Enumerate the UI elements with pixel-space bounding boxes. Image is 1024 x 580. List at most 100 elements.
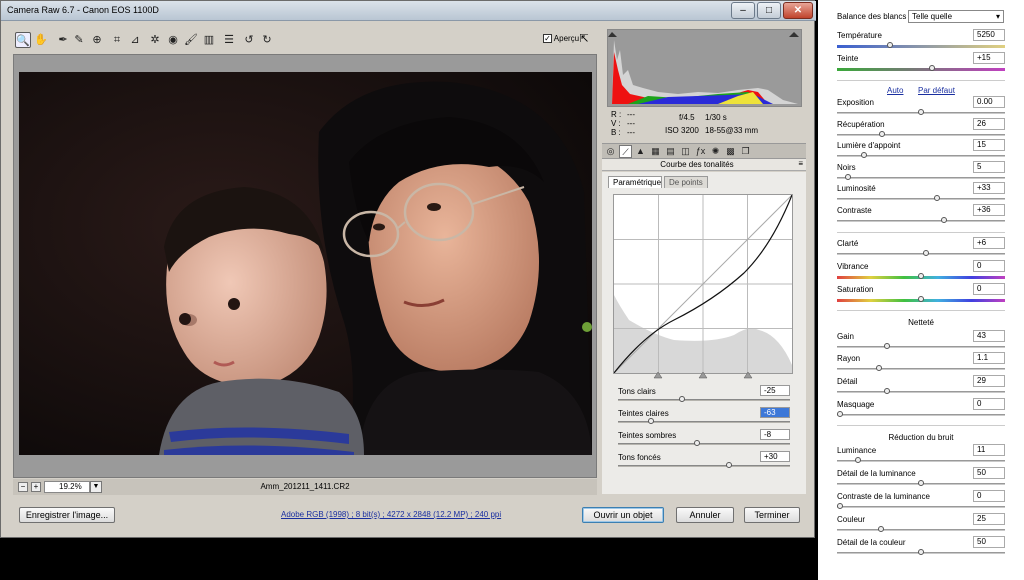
slider-value-field[interactable]: +30 bbox=[760, 451, 790, 462]
slider-thumb[interactable] bbox=[694, 440, 700, 446]
tab-point[interactable]: De points bbox=[664, 176, 708, 188]
row-thumb[interactable] bbox=[837, 503, 843, 509]
preferences-icon[interactable]: ☰ bbox=[221, 32, 237, 48]
zoom-tool-icon[interactable]: 🔍 bbox=[15, 32, 31, 48]
workflow-options-link[interactable]: Adobe RGB (1998) ; 8 bit(s) ; 4272 x 284… bbox=[281, 510, 501, 519]
row-track[interactable] bbox=[837, 68, 1005, 71]
row-value-field[interactable]: 0 bbox=[973, 283, 1005, 295]
row-value-field[interactable]: 29 bbox=[973, 375, 1005, 387]
row-thumb[interactable] bbox=[918, 549, 924, 555]
row-thumb[interactable] bbox=[918, 273, 924, 279]
row-value-field[interactable]: +33 bbox=[973, 182, 1005, 194]
row-temperature[interactable]: Température 5250 bbox=[837, 29, 1005, 51]
tab-tone-curve-icon[interactable]: ⟋ bbox=[619, 145, 632, 158]
hand-tool-icon[interactable]: ✋ bbox=[33, 32, 49, 48]
row-thumb[interactable] bbox=[845, 174, 851, 180]
row-clarity[interactable]: Clarté +6 bbox=[837, 237, 1005, 259]
row-value-field[interactable]: 5 bbox=[973, 161, 1005, 173]
row-track[interactable] bbox=[837, 460, 1005, 462]
slider-thumb[interactable] bbox=[726, 462, 732, 468]
row-thumb[interactable] bbox=[837, 411, 843, 417]
save-image-button[interactable]: Enregistrer l'image... bbox=[19, 507, 115, 523]
row-value-field[interactable]: 11 bbox=[973, 444, 1005, 456]
row-blacks[interactable]: Noirs 5 bbox=[837, 161, 1005, 183]
row-thumb[interactable] bbox=[876, 365, 882, 371]
row-luminance-detail[interactable]: Détail de la luminance 50 bbox=[837, 467, 1005, 489]
rotate-left-icon[interactable]: ↺ bbox=[241, 32, 257, 48]
row-track[interactable] bbox=[837, 220, 1005, 222]
row-thumb[interactable] bbox=[941, 217, 947, 223]
row-value-field[interactable]: 1.1 bbox=[973, 352, 1005, 364]
slider-track[interactable] bbox=[618, 465, 790, 467]
tab-presets-icon[interactable]: ▩ bbox=[724, 145, 737, 158]
targeted-adjustment-tool-icon[interactable]: ⊕ bbox=[89, 32, 105, 48]
slider-darks[interactable]: Teintes sombres -8 bbox=[618, 429, 790, 451]
slider-shadows[interactable]: Tons foncés +30 bbox=[618, 451, 790, 473]
close-button[interactable]: ✕ bbox=[783, 2, 813, 19]
row-value-field[interactable]: 0 bbox=[973, 490, 1005, 502]
straighten-tool-icon[interactable]: ⊿ bbox=[127, 32, 143, 48]
row-thumb[interactable] bbox=[918, 109, 924, 115]
row-value-field[interactable]: 0 bbox=[973, 260, 1005, 272]
row-track[interactable] bbox=[837, 45, 1005, 48]
row-track[interactable] bbox=[837, 134, 1005, 136]
tab-basic-icon[interactable]: ◎ bbox=[604, 145, 617, 158]
row-value-field[interactable]: 5250 bbox=[973, 29, 1005, 41]
preview-checkbox[interactable]: ✓ bbox=[543, 34, 552, 44]
row-track[interactable] bbox=[837, 177, 1005, 179]
maximize-button[interactable]: □ bbox=[757, 2, 781, 19]
slider-value-field[interactable]: -8 bbox=[760, 429, 790, 440]
cancel-button[interactable]: Annuler bbox=[676, 507, 734, 523]
default-link[interactable]: Par défaut bbox=[918, 86, 955, 95]
graduated-filter-tool-icon[interactable]: ▥ bbox=[201, 32, 217, 48]
slider-thumb[interactable] bbox=[679, 396, 685, 402]
title-bar[interactable]: Camera Raw 6.7 - Canon EOS 1100D – □ ✕ bbox=[1, 1, 816, 21]
row-contrast[interactable]: Contraste +36 bbox=[837, 204, 1005, 226]
row-luminance[interactable]: Luminance 11 bbox=[837, 444, 1005, 466]
row-amount[interactable]: Gain 43 bbox=[837, 330, 1005, 352]
row-radius[interactable]: Rayon 1.1 bbox=[837, 352, 1005, 374]
slider-highlights[interactable]: Tons clairs -25 bbox=[618, 385, 790, 407]
row-saturation[interactable]: Saturation 0 bbox=[837, 283, 1005, 305]
row-exposure[interactable]: Exposition 0.00 bbox=[837, 96, 1005, 118]
tab-parametric[interactable]: Paramétrique bbox=[608, 176, 662, 188]
tab-hsl-icon[interactable]: ▦ bbox=[649, 145, 662, 158]
row-thumb[interactable] bbox=[878, 526, 884, 532]
row-thumb[interactable] bbox=[884, 388, 890, 394]
slider-track[interactable] bbox=[618, 443, 790, 445]
row-value-field[interactable]: 0.00 bbox=[973, 96, 1005, 108]
red-eye-tool-icon[interactable]: ◉ bbox=[165, 32, 181, 48]
tab-lens-corrections-icon[interactable]: ◫ bbox=[679, 145, 692, 158]
row-track[interactable] bbox=[837, 198, 1005, 200]
row-track[interactable] bbox=[837, 368, 1005, 370]
row-thumb[interactable] bbox=[934, 195, 940, 201]
row-value-field[interactable]: 26 bbox=[973, 118, 1005, 130]
auto-link[interactable]: Auto bbox=[887, 86, 903, 95]
row-value-field[interactable]: +15 bbox=[973, 52, 1005, 64]
row-track[interactable] bbox=[837, 414, 1005, 416]
slider-lights[interactable]: Teintes claires -63 bbox=[618, 407, 790, 429]
tone-curve-graph[interactable] bbox=[613, 194, 793, 374]
row-thumb[interactable] bbox=[923, 250, 929, 256]
row-masking[interactable]: Masquage 0 bbox=[837, 398, 1005, 420]
adjustment-brush-tool-icon[interactable]: 🖌 bbox=[183, 32, 199, 48]
crop-tool-icon[interactable]: ⌗ bbox=[109, 32, 125, 48]
slider-value-field[interactable]: -25 bbox=[760, 385, 790, 396]
slider-track[interactable] bbox=[618, 421, 790, 423]
row-track[interactable] bbox=[837, 506, 1005, 508]
row-track[interactable] bbox=[837, 529, 1005, 531]
row-thumb[interactable] bbox=[861, 152, 867, 158]
slider-track[interactable] bbox=[618, 399, 790, 401]
image-preview-area[interactable] bbox=[13, 54, 597, 478]
row-value-field[interactable]: 15 bbox=[973, 139, 1005, 151]
rotate-right-icon[interactable]: ↻ bbox=[259, 32, 275, 48]
done-button[interactable]: Terminer bbox=[744, 507, 800, 523]
panel-menu-icon[interactable]: ≡ bbox=[798, 159, 803, 168]
row-thumb[interactable] bbox=[918, 296, 924, 302]
slider-value-field[interactable]: -63 bbox=[760, 407, 790, 418]
row-track[interactable] bbox=[837, 391, 1005, 393]
row-thumb[interactable] bbox=[887, 42, 893, 48]
open-object-button[interactable]: Ouvrir un objet bbox=[582, 507, 664, 523]
row-value-field[interactable]: 43 bbox=[973, 330, 1005, 342]
row-thumb[interactable] bbox=[879, 131, 885, 137]
